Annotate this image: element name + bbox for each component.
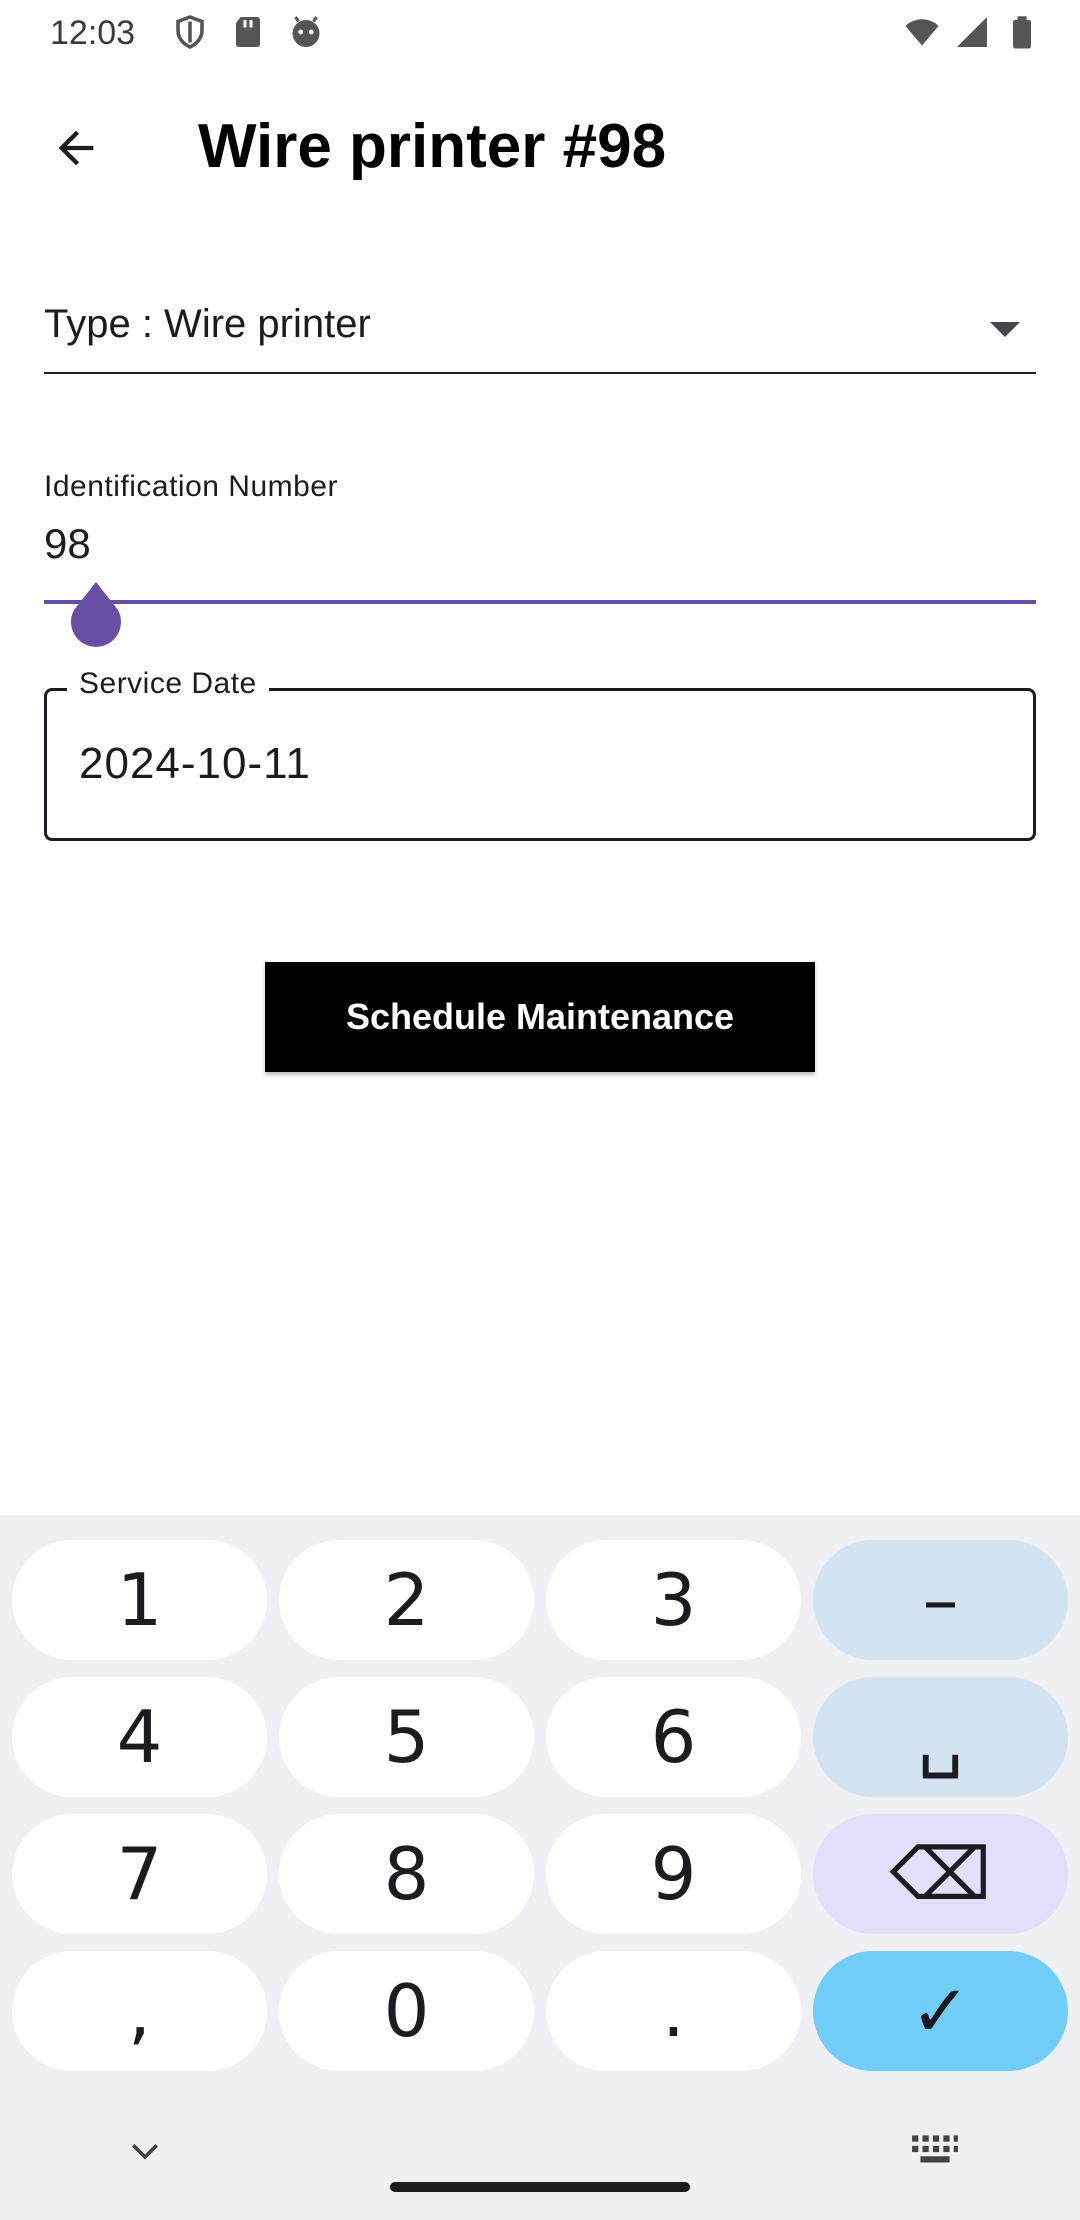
numeric-keyboard: 1 2 3 – 4 5 6 ␣ 7 8 9 ⌫ , 0 . ✓ xyxy=(0,1515,1080,2220)
text-cursor-handle[interactable] xyxy=(66,580,126,656)
home-indicator[interactable] xyxy=(390,2182,690,2192)
android-head-icon xyxy=(292,16,320,47)
service-date-value: 2024-10-11 xyxy=(79,739,311,788)
key-period[interactable]: . xyxy=(546,1951,801,2071)
type-dropdown[interactable]: Type : Wire printer xyxy=(44,290,1036,374)
wifi-icon xyxy=(905,19,939,46)
app-bar: Wire printer #98 xyxy=(0,90,1080,198)
page-title: Wire printer #98 xyxy=(198,112,667,181)
key-comma[interactable]: , xyxy=(12,1951,267,2071)
sd-card-icon xyxy=(236,17,260,47)
battery-icon xyxy=(1013,16,1031,49)
key-9[interactable]: 9 xyxy=(546,1814,801,1934)
keyboard-icon[interactable] xyxy=(910,2130,960,2170)
arrow-back-icon xyxy=(58,130,94,166)
identification-number-field[interactable]: Identification Number 98 xyxy=(44,460,1036,606)
key-5[interactable]: 5 xyxy=(279,1677,534,1797)
key-7[interactable]: 7 xyxy=(12,1814,267,1934)
schedule-maintenance-button[interactable]: Schedule Maintenance xyxy=(265,962,815,1072)
chevron-down-icon[interactable] xyxy=(120,2132,170,2172)
status-icons-right xyxy=(904,14,1040,50)
status-time: 12:03 xyxy=(50,14,136,52)
back-button[interactable] xyxy=(36,108,116,188)
key-space[interactable]: ␣ xyxy=(813,1677,1068,1797)
key-8[interactable]: 8 xyxy=(279,1814,534,1934)
key-6[interactable]: 6 xyxy=(546,1677,801,1797)
key-1[interactable]: 1 xyxy=(12,1540,267,1660)
key-dash[interactable]: – xyxy=(813,1540,1068,1660)
focused-underline xyxy=(44,600,1036,604)
identification-number-label: Identification Number xyxy=(44,470,338,503)
status-icons-left xyxy=(172,14,324,50)
signal-icon xyxy=(957,17,987,47)
key-backspace[interactable]: ⌫ xyxy=(813,1814,1068,1934)
key-0[interactable]: 0 xyxy=(279,1951,534,2071)
type-dropdown-value: Type : Wire printer xyxy=(44,302,371,346)
key-enter[interactable]: ✓ xyxy=(813,1951,1068,2071)
status-bar: 12:03 xyxy=(0,0,1080,66)
key-2[interactable]: 2 xyxy=(279,1540,534,1660)
shield-icon xyxy=(176,15,204,49)
identification-number-value: 98 xyxy=(44,520,91,567)
service-date-label: Service Date xyxy=(67,667,269,701)
key-4[interactable]: 4 xyxy=(12,1677,267,1797)
key-3[interactable]: 3 xyxy=(546,1540,801,1660)
service-date-field[interactable]: Service Date 2024-10-11 xyxy=(44,667,1036,841)
dropdown-arrow-icon xyxy=(990,322,1020,337)
